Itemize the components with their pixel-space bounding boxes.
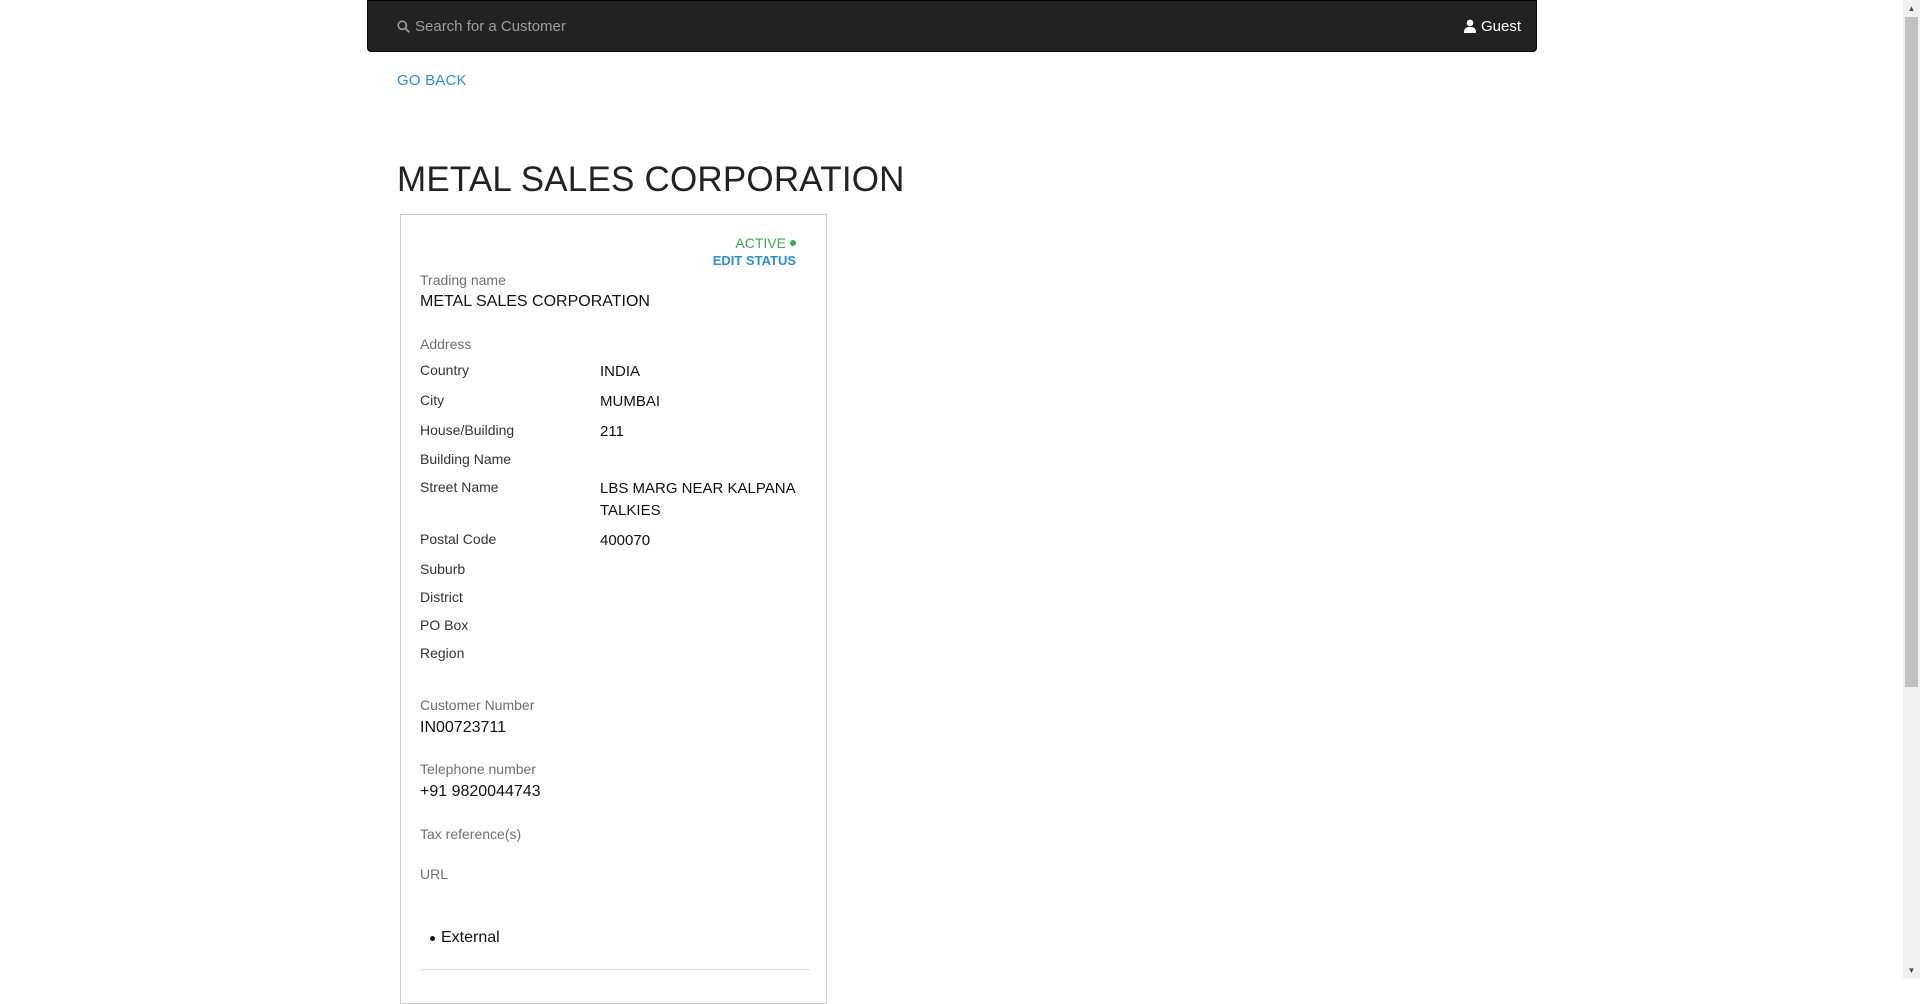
address-country-label: Country (420, 362, 470, 378)
scrollbar-thumb[interactable] (1905, 17, 1918, 687)
user-menu[interactable]: Guest (1463, 15, 1521, 37)
search-placeholder[interactable]: Search for a Customer (415, 18, 566, 35)
classification-label: External (441, 929, 500, 946)
go-back-link[interactable]: GO BACK (397, 72, 467, 89)
telephone-value: +91 9820044743 (420, 783, 541, 800)
trading-name-value: METAL SALES CORPORATION (420, 293, 650, 310)
address-country-value: INDIA (600, 363, 641, 380)
bullet-icon (430, 935, 435, 941)
address-building-name-label: Building Name (420, 451, 512, 467)
status-dot-icon (790, 240, 796, 246)
customer-search[interactable]: Search for a Customer (397, 15, 566, 37)
url-label: URL (420, 866, 449, 882)
address-suburb-label: Suburb (420, 561, 466, 577)
scroll-up-arrow-icon[interactable]: ▲ (1903, 0, 1920, 17)
classification-item: External (430, 929, 500, 947)
address-heading: Address (420, 336, 472, 352)
page-scrollbar[interactable]: ▲ ▼ (1903, 0, 1920, 979)
customer-details-card: ACTIVE EDIT STATUS Trading name METAL SA… (400, 214, 827, 1004)
address-district-label: District (420, 589, 463, 605)
address-postal-code-label: Postal Code (420, 531, 497, 547)
scroll-down-arrow-icon[interactable]: ▼ (1903, 962, 1920, 979)
divider (420, 969, 810, 970)
user-label: Guest (1480, 17, 1521, 35)
page-title: METAL SALES CORPORATION (397, 160, 905, 199)
address-city-label: City (420, 392, 445, 408)
address-postal-code-value: 400070 (600, 532, 651, 549)
tax-reference-label: Tax reference(s) (420, 826, 522, 842)
telephone-label: Telephone number (420, 761, 536, 777)
address-street-value: LBS MARG NEAR KALPANA TALKIES (600, 480, 795, 519)
address-po-box-label: PO Box (420, 617, 469, 633)
address-city-value: MUMBAI (600, 393, 660, 410)
top-navbar: Search for a Customer Guest (367, 0, 1537, 52)
edit-status-link[interactable]: EDIT STATUS (713, 253, 796, 268)
status-box: ACTIVE EDIT STATUS (713, 235, 796, 268)
customer-number-value: IN00723711 (420, 719, 506, 736)
address-region-label: Region (420, 645, 465, 661)
user-icon (1463, 19, 1477, 33)
status-badge: ACTIVE (713, 235, 796, 251)
trading-name-label: Trading name (420, 272, 506, 288)
address-street-label: Street Name (420, 479, 499, 495)
customer-number-label: Customer Number (420, 697, 535, 713)
address-house-label: House/Building (420, 422, 515, 438)
search-icon (397, 19, 410, 33)
status-label: ACTIVE (735, 235, 786, 251)
address-house-value: 211 (600, 423, 624, 440)
